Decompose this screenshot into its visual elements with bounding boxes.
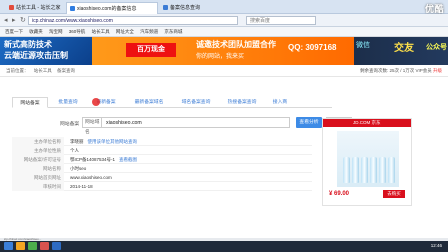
jd-logo: JD.COM 京东: [323, 119, 411, 127]
record-key: 审核时间: [12, 182, 64, 191]
ad-banner-subtitle: 你的网站，我来买: [196, 54, 245, 60]
tab-latest-domain[interactable]: 最新备案域名: [126, 97, 172, 108]
record-value: www.xiaoshiseo.com: [70, 175, 112, 180]
ad-banner-left-line1: 新式高防技术: [4, 40, 52, 49]
query-quota: 剩余查询次数: 25次 / 1万次 VIP会员 升级: [360, 65, 442, 77]
status-url: icp.chinaz.com/xiaoshiseo...: [0, 238, 448, 241]
bookmark-item[interactable]: 淘宝网: [49, 29, 63, 34]
browser-search-input[interactable]: 搜索百度: [246, 16, 316, 25]
record-key: 网站备案/许可证号: [12, 155, 64, 164]
forward-icon[interactable]: ▸: [12, 17, 19, 24]
url-input[interactable]: icp.chinaz.com/www.xiaoshiseo.com: [28, 16, 238, 25]
table-row: 网站名称 小时seo: [12, 164, 312, 173]
tool-tabs: 网站备案 批量查询 最新备案 最新备案域名 域名备案查询 热搜备案查询 接入商: [12, 97, 332, 108]
browser-tab-1[interactable]: 站长工具 - 站长之家: [6, 2, 64, 14]
ad-banner-right-big: 交友: [394, 43, 414, 54]
product-price: ¥ 69.00: [329, 191, 350, 197]
record-value: 鄂ICP备14087534号-1: [70, 157, 116, 162]
mouse-cursor-highlight: [92, 98, 100, 106]
browser-tab-strip: 站长工具 - 站长之家 xiaoshiseo.com的备案信息 备案信息查询 优…: [0, 0, 448, 14]
table-row: 网站首页网址 www.xiaoshiseo.com: [12, 173, 312, 182]
bookmark-item[interactable]: 汽车频道: [140, 29, 158, 34]
ad-banner-right[interactable]: 微信 交友 公众号: [354, 37, 448, 65]
bookmark-item[interactable]: 网址大全: [116, 29, 134, 34]
refresh-icon[interactable]: ↻: [20, 17, 27, 24]
record-link[interactable]: 使用该单位其他网站查询: [88, 139, 138, 144]
record-key: 主办单位性质: [12, 146, 64, 155]
breadcrumb: 当前位置： 站长工具 备案查询 剩余查询次数: 25次 / 1万次 VIP会员 …: [0, 65, 448, 77]
tab-access-provider[interactable]: 接入商: [266, 97, 294, 108]
ad-banner-left-line2: 云端近源攻击压制: [4, 51, 68, 60]
browser-icon[interactable]: [28, 242, 37, 250]
ad-banner-right-small: 公众号: [426, 44, 447, 51]
main-content: 网站备案 批量查询 最新备案 最新备案域名 域名备案查询 热搜备案查询 接入商 …: [0, 77, 448, 238]
tab-hot-search[interactable]: 热搜备案查询: [220, 97, 264, 108]
browser-tab-label: 站长工具 - 站长之家: [16, 5, 61, 11]
record-table: 主办单位名称 李晓丽 使用该单位其他网站查询 主办单位性质 个人 网站备案/许可证…: [12, 137, 312, 191]
record-value: 小时seo: [70, 166, 87, 171]
clock: 12:46: [430, 243, 442, 248]
table-row: 审核时间 2014-11-18: [12, 182, 312, 191]
favicon-icon: [70, 6, 75, 12]
jd-product-ad[interactable]: JD.COM 京东 ¥ 69.00 去购买: [322, 118, 412, 206]
breadcrumb-current: 备案查询: [57, 68, 76, 73]
quota-text: 剩余查询次数: 25次 / 1万次 VIP会员: [359, 68, 432, 73]
bookmark-item[interactable]: 收藏夹: [29, 29, 43, 34]
browser-tab-label: 备案信息查询: [170, 5, 201, 11]
record-key: 主办单位名称: [12, 137, 64, 146]
start-icon[interactable]: [4, 242, 13, 250]
favicon-icon: [163, 5, 168, 11]
table-row: 主办单位性质 个人: [12, 146, 312, 155]
bookmark-item[interactable]: 360导航: [69, 29, 86, 34]
bookmark-item[interactable]: 京东商城: [164, 29, 182, 34]
record-value: 李晓丽: [70, 139, 84, 144]
folder-icon[interactable]: [16, 242, 25, 250]
browser-tab-label: xiaoshiseo.com的备案信息: [77, 6, 137, 12]
tab-domain-record[interactable]: 域名备案查询: [174, 97, 218, 108]
favicon-icon: [9, 5, 14, 11]
tab-icp-record[interactable]: 网站备案: [12, 97, 48, 108]
buy-button[interactable]: 去购买: [383, 190, 405, 198]
table-row: 主办单位名称 李晓丽 使用该单位其他网站查询: [12, 137, 312, 146]
query-button[interactable]: 查看分析: [296, 117, 322, 128]
bookmark-item[interactable]: 站长工具: [92, 29, 110, 34]
breadcrumb-link[interactable]: 站长工具: [34, 68, 52, 73]
upgrade-link[interactable]: 升级: [433, 68, 442, 73]
address-bar: ◂ ▸ ↻ icp.chinaz.com/www.xiaoshiseo.com …: [0, 14, 448, 27]
table-row: 网站备案/许可证号 鄂ICP备14087534号-1 查看截图: [12, 155, 312, 164]
query-label: 网站备案: [60, 122, 80, 127]
bookmark-item[interactable]: 百度一下: [5, 29, 23, 34]
domain-input[interactable]: xiaoshiseo.com: [102, 117, 290, 128]
ad-banner-title: 诚邀技术团队加盟合作: [196, 40, 276, 49]
record-value: 2014-11-18: [70, 184, 93, 189]
record-key: 网站首页网址: [12, 173, 64, 182]
record-key: 网站名称: [12, 164, 64, 173]
breadcrumb-prefix: 当前位置：: [6, 68, 29, 73]
ad-banner-qq: QQ: 3097168: [288, 43, 337, 52]
ad-banner-right-word: 微信: [356, 42, 370, 49]
ad-banner-middle[interactable]: 百万现金 诚邀技术团队加盟合作 你的网站，我来买 QQ: 3097168: [92, 37, 354, 65]
ad-banner-badge: 百万现金: [126, 43, 176, 57]
ad-banner-left[interactable]: 新式高防技术 云端近源攻击压制: [0, 37, 92, 65]
record-value: 个人: [70, 148, 79, 153]
tab-batch-query[interactable]: 批量查询: [50, 97, 86, 108]
record-link[interactable]: 查看截图: [119, 157, 137, 162]
query-type-select[interactable]: 网站域名: [82, 117, 102, 135]
product-image: [337, 131, 399, 187]
app-icon[interactable]: [40, 242, 49, 250]
app-icon[interactable]: [52, 242, 61, 250]
taskbar: icp.chinaz.com/xiaoshiseo... 12:46: [0, 238, 448, 252]
back-icon[interactable]: ◂: [4, 17, 11, 24]
browser-tab-3[interactable]: 备案信息查询: [160, 2, 216, 14]
browser-tab-2[interactable]: xiaoshiseo.com的备案信息: [66, 2, 158, 14]
bookmarks-bar: 百度一下 收藏夹 淘宝网 360导航 站长工具 网址大全 汽车频道 京东商城: [0, 27, 448, 37]
